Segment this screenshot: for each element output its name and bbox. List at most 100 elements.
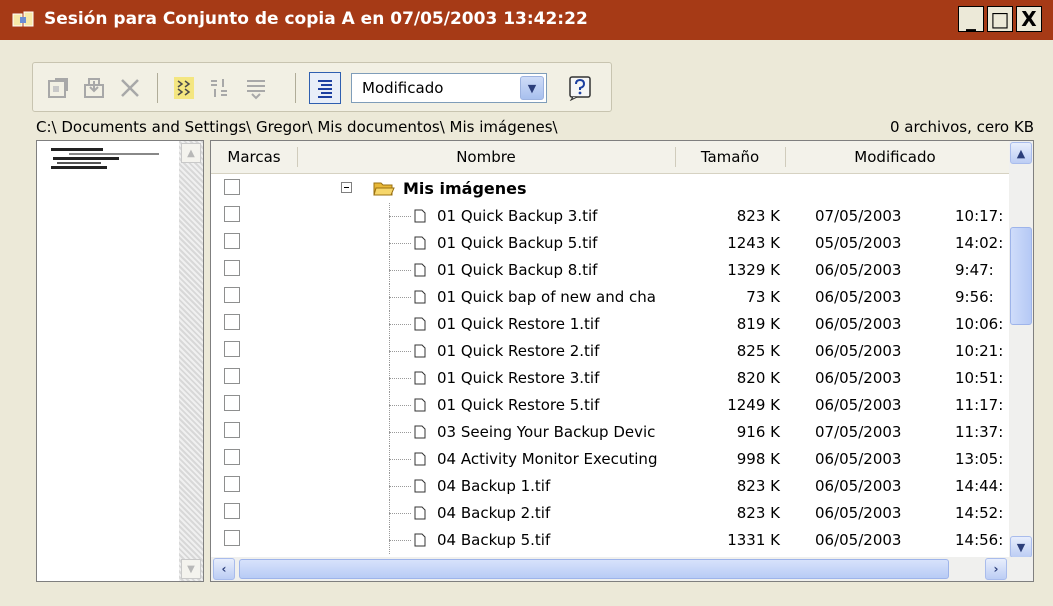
properties-icon[interactable] [45, 75, 71, 101]
file-row[interactable]: 01 Quick Restore 2.tif 825 K 06/05/2003 … [211, 338, 1011, 365]
file-row[interactable]: 04 Backup 1.tif 823 K 06/05/2003 14:44: [211, 473, 1011, 500]
toolbar-separator [157, 73, 158, 103]
file-size: 823 K [736, 207, 780, 225]
tree-line [389, 270, 411, 271]
col-nombre[interactable]: Nombre [297, 141, 675, 173]
mark-checkbox[interactable] [224, 476, 240, 492]
mark-checkbox[interactable] [224, 314, 240, 330]
file-icon [414, 371, 426, 385]
file-icon [414, 533, 426, 547]
mark-checkbox[interactable] [224, 449, 240, 465]
file-row[interactable]: 04 Activity Monitor Executing 998 K 06/0… [211, 446, 1011, 473]
file-row[interactable]: 01 Quick Restore 5.tif 1249 K 06/05/2003… [211, 392, 1011, 419]
file-size: 1331 K [727, 531, 780, 549]
file-icon [414, 290, 426, 304]
filter-icon[interactable] [243, 75, 269, 101]
file-count: 0 archivos, cero KB [889, 118, 1034, 136]
file-name: 01 Quick Backup 3.tif [437, 207, 598, 225]
collapse-icon[interactable] [341, 182, 352, 193]
sort-toggle-button[interactable] [309, 72, 341, 104]
tree-line [389, 459, 411, 460]
mark-checkbox[interactable] [224, 368, 240, 384]
scroll-up-icon[interactable]: ▲ [1010, 142, 1032, 164]
file-size: 825 K [736, 342, 780, 360]
tree-line [389, 216, 411, 217]
file-icon [414, 236, 426, 250]
file-icon [414, 209, 426, 223]
vertical-scroll-thumb[interactable] [1010, 227, 1032, 325]
file-row[interactable]: 01 Quick Restore 1.tif 819 K 06/05/2003 … [211, 311, 1011, 338]
sort-select[interactable]: Modificado ▼ [351, 73, 547, 103]
file-row[interactable]: 01 Quick Backup 3.tif 823 K 07/05/2003 1… [211, 203, 1011, 230]
file-name: 01 Quick Restore 5.tif [437, 396, 600, 414]
file-time: 14:02: [955, 234, 1004, 252]
file-list[interactable]: Marcas Nombre Tamaño Modificado Mis imág… [210, 140, 1034, 582]
folder-row[interactable]: Mis imágenes [211, 176, 1011, 203]
tree-line [389, 540, 411, 541]
file-row[interactable]: 04 Backup 2.tif 823 K 06/05/2003 14:52: [211, 500, 1011, 527]
file-row[interactable]: 01 Quick Backup 5.tif 1243 K 05/05/2003 … [211, 230, 1011, 257]
mark-checkbox[interactable] [224, 422, 240, 438]
tree-scroll-up-icon[interactable]: ▲ [181, 143, 201, 163]
open-folder-icon [373, 182, 395, 196]
file-date: 06/05/2003 [815, 288, 902, 306]
tree-line [389, 243, 411, 244]
col-tamano[interactable]: Tamaño [675, 141, 785, 173]
tree-line [389, 405, 411, 406]
file-icon [414, 479, 426, 493]
mark-checkbox[interactable] [224, 530, 240, 546]
maximize-button[interactable]: □ [987, 6, 1013, 32]
tree-line [389, 378, 411, 379]
toolbar-separator [295, 73, 296, 103]
close-button[interactable]: X [1016, 6, 1042, 32]
mark-checkbox[interactable] [224, 233, 240, 249]
mark-checkbox[interactable] [224, 179, 240, 195]
mark-checkbox[interactable] [224, 503, 240, 519]
scroll-down-icon[interactable]: ▼ [1010, 536, 1032, 558]
restore-icon[interactable] [81, 75, 107, 101]
scroll-left-icon[interactable]: ‹ [213, 558, 235, 580]
col-modificado[interactable]: Modificado [785, 141, 1005, 173]
title-bar[interactable]: Sesión para Conjunto de copia A en 07/05… [0, 0, 1053, 40]
tree-line [389, 513, 411, 514]
col-marcas[interactable]: Marcas [211, 141, 297, 173]
mark-icon[interactable] [171, 75, 197, 101]
file-size: 916 K [736, 423, 780, 441]
file-row[interactable]: 03 Seeing Your Backup Devic 916 K 07/05/… [211, 419, 1011, 446]
file-row[interactable]: 01 Quick Restore 3.tif 820 K 06/05/2003 … [211, 365, 1011, 392]
file-time: 14:56: [955, 531, 1004, 549]
chevron-down-icon[interactable]: ▼ [520, 76, 544, 100]
file-name: 01 Quick bap of new and cha [437, 288, 656, 306]
mark-checkbox[interactable] [224, 260, 240, 276]
tree-line [389, 486, 411, 487]
mark-checkbox[interactable] [224, 341, 240, 357]
file-date: 06/05/2003 [815, 396, 902, 414]
vertical-scrollbar[interactable]: ▲ ▼ [1009, 141, 1033, 559]
tree-pane[interactable]: ▲ ▼ [36, 140, 204, 582]
file-size: 820 K [736, 369, 780, 387]
file-row[interactable]: 01 Quick bap of new and cha 73 K 06/05/2… [211, 284, 1011, 311]
file-row[interactable]: 04 Backup 5.tif 1331 K 06/05/2003 14:56: [211, 527, 1011, 554]
file-icon [414, 317, 426, 331]
file-size: 819 K [736, 315, 780, 333]
file-row[interactable]: 01 Quick Backup 8.tif 1329 K 06/05/2003 … [211, 257, 1011, 284]
folder-tree-thumbnail [51, 148, 159, 169]
tree-scrollbar[interactable]: ▲ ▼ [179, 141, 203, 581]
mark-checkbox[interactable] [224, 287, 240, 303]
help-icon[interactable] [567, 75, 593, 101]
delete-icon[interactable] [117, 75, 143, 101]
file-size: 1249 K [727, 396, 780, 414]
horizontal-scroll-thumb[interactable] [239, 559, 949, 579]
file-name: 03 Seeing Your Backup Devic [437, 423, 656, 441]
minimize-button[interactable]: _ [958, 6, 984, 32]
horizontal-scrollbar[interactable]: ‹ › [211, 557, 1033, 581]
file-icon [414, 425, 426, 439]
file-time: 10:51: [955, 369, 1004, 387]
scroll-right-icon[interactable]: › [985, 558, 1007, 580]
mark-checkbox[interactable] [224, 395, 240, 411]
tree-scroll-down-icon[interactable]: ▼ [181, 559, 201, 579]
mark-checkbox[interactable] [224, 206, 240, 222]
app-icon [12, 11, 34, 27]
file-date: 07/05/2003 [815, 207, 902, 225]
find-icon[interactable] [207, 75, 233, 101]
